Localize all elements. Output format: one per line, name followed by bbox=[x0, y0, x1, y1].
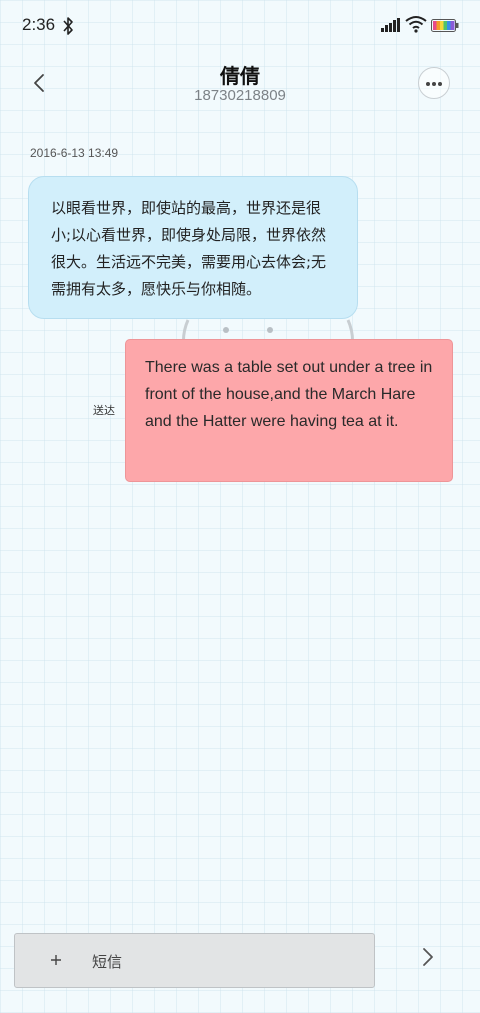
plus-icon[interactable] bbox=[47, 951, 65, 969]
message-input[interactable]: 短信 bbox=[92, 951, 122, 972]
battery-icon bbox=[431, 19, 459, 32]
status-time: 2:36 bbox=[22, 15, 56, 34]
back-button[interactable] bbox=[24, 66, 54, 102]
received-message-text: 以眼看世界，即使站的最高，世界还是很小;以心看世界，即使身处局限，世界依然很大。… bbox=[51, 199, 327, 298]
chevron-left-icon bbox=[34, 74, 44, 92]
status-bar: 2:36 bbox=[0, 0, 480, 52]
sent-message-bubble[interactable]: There was a table set out under a tree i… bbox=[125, 339, 453, 482]
wifi-icon bbox=[405, 16, 427, 33]
signal-icon bbox=[381, 18, 400, 32]
bluetooth-icon bbox=[63, 17, 73, 35]
message-compose-box[interactable]: 短信 bbox=[14, 933, 375, 988]
chevron-right-icon bbox=[423, 948, 433, 966]
contact-number: 18730218809 bbox=[194, 87, 286, 104]
received-message-bubble[interactable]: 以眼看世界，即使站的最高，世界还是很小;以心看世界，即使身处局限，世界依然很大。… bbox=[28, 176, 358, 319]
more-dots-icon bbox=[426, 82, 442, 86]
send-button[interactable] bbox=[416, 944, 440, 972]
sent-message-text: There was a table set out under a tree i… bbox=[145, 359, 433, 430]
delivery-status: 送达 bbox=[93, 404, 115, 417]
message-timestamp: 2016-6-13 13:49 bbox=[30, 146, 119, 160]
more-options-button[interactable] bbox=[418, 67, 450, 99]
contact-name: 倩倩 bbox=[220, 64, 260, 88]
